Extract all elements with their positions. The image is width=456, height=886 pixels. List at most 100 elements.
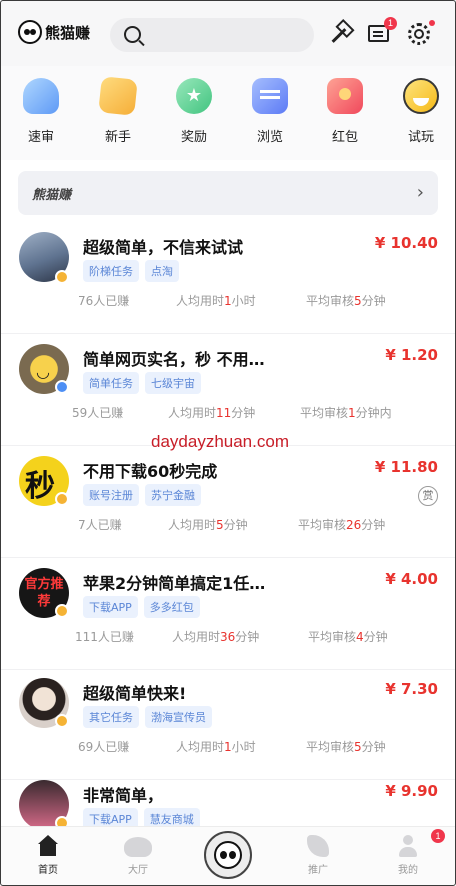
message-button[interactable]: 1 [367,17,397,46]
task-item[interactable]: 超级简单快来! ¥ 7.30 其它任务 渤海宣传员 69人已赚 人均用时1小时 … [0,668,456,780]
task-tags: 简单任务 七级宇宙 [83,372,207,394]
review-time-prefix: 平均审核 [298,518,347,532]
quick-item-red-packet[interactable]: 红包 [315,78,375,145]
avg-time: 人均用时1小时 [176,292,256,309]
home-icon [36,835,60,857]
task-tag: 账号注册 [83,484,139,506]
review-time-prefix: 平均审核 [308,630,357,644]
task-tag: 其它任务 [83,706,139,728]
review-time: 平均审核1分钟内 [300,404,392,421]
task-item[interactable]: 官方推荐 苹果2分钟简单搞定1任… ¥ 4.00 下载APP 多多红包 111人… [0,558,456,670]
review-time-prefix: 平均审核 [306,294,355,308]
search-icon [124,26,141,43]
earned-count: 7人已赚 [78,516,122,533]
task-tag: 阶梯任务 [83,260,139,282]
banner-text: 熊猫赚 [32,188,72,203]
earned-count: 76人已赚 [78,292,129,309]
review-time: 平均审核5分钟 [306,738,386,755]
message-badge: 1 [384,17,397,30]
promo-banner[interactable]: 熊猫赚 › [18,171,438,215]
earned-count: 111人已赚 [75,628,134,645]
panda-logo-icon [18,20,42,44]
task-title: 简单网页实名，秒 不用… [83,350,265,369]
level-badge-icon [55,604,69,618]
review-time-prefix: 平均审核 [300,406,349,420]
review-time-unit: 分钟 [363,630,388,644]
avg-time-value: 36 [220,630,236,644]
avg-time: 人均用时11分钟 [168,404,255,421]
avg-time-unit: 小时 [231,740,256,754]
avg-time-value: 11 [216,406,232,420]
avg-time-prefix: 人均用时 [172,630,221,644]
newbie-icon [98,76,138,116]
quick-item-label: 红包 [331,130,358,145]
nav-promote[interactable]: 推广 [288,835,348,876]
logo-text: 熊猫赚 [45,23,91,42]
earned-count-value: 69 [78,740,94,754]
quick-item-label: 试玩 [407,130,434,145]
quick-item-label: 新手 [104,130,131,145]
task-tags: 账号注册 苏宁金融 [83,484,207,506]
review-time-prefix: 平均审核 [306,740,355,754]
earned-count-value: 59 [72,406,88,420]
nav-profile[interactable]: 1 我的 [378,829,445,876]
earned-count-suffix: 人已赚 [93,294,130,308]
level-badge-icon [55,714,69,728]
task-item[interactable]: 超级简单，不信来试试 ¥ 10.40 阶梯任务 点淘 76人已赚 人均用时1小时… [0,222,456,334]
quick-item-reward[interactable]: 奖励 [164,78,224,145]
avg-time-value: 1 [224,740,232,754]
task-item[interactable]: 简单网页实名，秒 不用… ¥ 1.20 简单任务 七级宇宙 59人已赚 人均用时… [0,334,456,446]
quick-item-newbie[interactable]: 新手 [88,76,148,145]
task-title: 不用下载60秒完成 [83,462,218,481]
settings-button[interactable] [407,20,435,46]
quick-item-speed-review[interactable]: 速审 [11,78,71,145]
avg-time-unit: 分钟 [231,406,256,420]
hammer-icon[interactable] [328,22,352,46]
level-badge-icon [55,380,69,394]
top-header: 熊猫赚 1 [0,0,456,66]
review-time-unit: 分钟内 [355,406,392,420]
nav-center-panda[interactable] [204,831,252,879]
settings-dot [429,20,435,26]
review-time-unit: 分钟 [361,518,386,532]
nav-label: 大厅 [128,865,148,876]
avg-time: 人均用时36分钟 [172,628,259,645]
review-time-value: 5 [354,740,362,754]
earned-count-suffix: 人已赚 [93,740,130,754]
nav-label: 我的 [398,865,418,876]
chevron-right-icon: › [416,182,424,203]
task-tags: 其它任务 渤海宣传员 [83,706,218,728]
nav-home[interactable]: 首页 [18,835,78,876]
avg-time-prefix: 人均用时 [168,406,217,420]
review-time-unit: 分钟 [361,740,386,754]
quick-item-trial-play[interactable]: 试玩 [391,78,451,145]
task-price: ¥ 10.40 [374,234,438,252]
reward-icon [176,78,212,114]
earned-count: 59人已赚 [72,404,123,421]
search-bar[interactable] [110,18,314,52]
earned-count-suffix: 人已赚 [87,406,124,420]
nav-hall[interactable]: 大厅 [108,835,168,876]
task-tag: 点淘 [145,260,179,282]
quick-item-label: 浏览 [256,130,283,145]
task-tag: 苏宁金融 [145,484,201,506]
watermark-text: daydayzhuan.com [151,432,289,451]
task-title: 苹果2分钟简单搞定1任… [83,574,266,593]
task-tags: 下载APP 多多红包 [83,596,206,618]
earned-count-value: 7 [78,518,86,532]
task-tag: 多多红包 [143,596,200,618]
quick-item-label: 奖励 [180,130,207,145]
review-time: 平均审核4分钟 [308,628,388,645]
avg-time-prefix: 人均用时 [168,518,217,532]
earned-count: 69人已赚 [78,738,129,755]
earned-count-value: 111 [75,630,98,644]
earned-count-suffix: 人已赚 [85,518,122,532]
review-time-value: 5 [354,294,362,308]
task-item[interactable]: 非常简单， ¥ 9.90 下载APP 慧友商城 [0,770,456,830]
reward-mark-icon: 赏 [418,486,438,506]
promote-icon [307,835,329,857]
review-time-unit: 分钟 [361,294,386,308]
task-item[interactable]: 不用下载60秒完成 ¥ 11.80 账号注册 苏宁金融 赏 7人已赚 人均用时5… [0,446,456,558]
quick-item-browse[interactable]: 浏览 [240,78,300,145]
avg-time-unit: 分钟 [223,518,248,532]
